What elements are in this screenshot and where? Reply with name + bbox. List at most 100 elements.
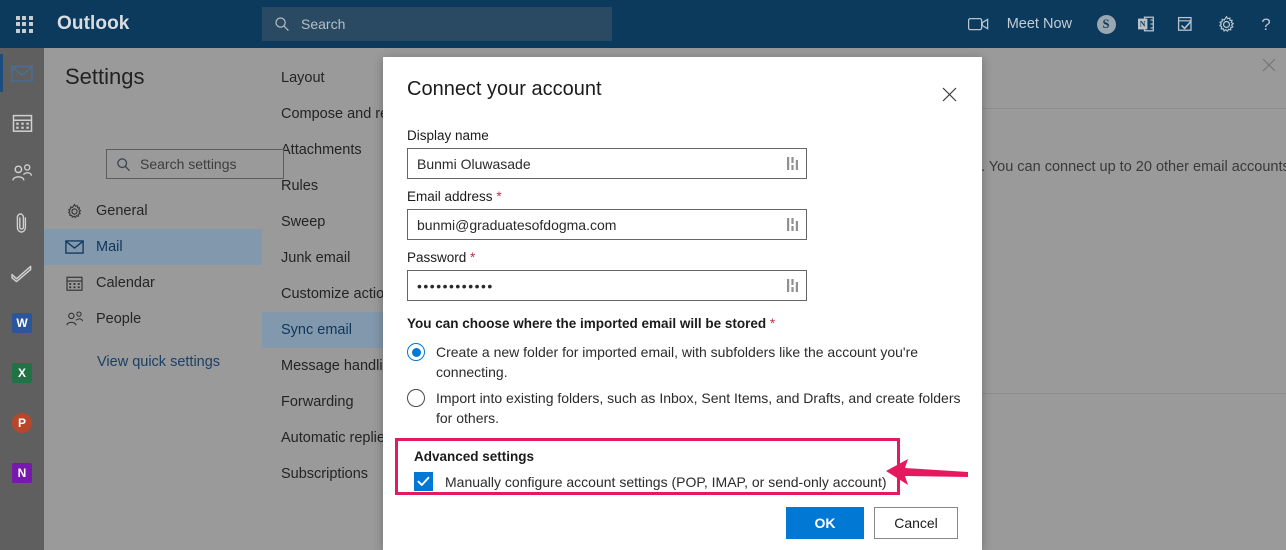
rail-item-calendar[interactable] xyxy=(0,98,44,148)
suite-actions: Meet Now S N ? xyxy=(959,0,1286,48)
calendar-icon xyxy=(12,114,32,132)
email-address-group: Email address * bunmi@graduatesofdogma.c… xyxy=(407,189,807,240)
skype-icon[interactable]: S xyxy=(1086,0,1126,48)
sub-item-label: Subscriptions xyxy=(281,466,369,482)
advanced-settings-checkbox[interactable]: Manually configure account settings (POP… xyxy=(414,472,887,491)
calendar-icon xyxy=(65,274,84,293)
display-name-value: Bunmi Oluwasade xyxy=(417,155,531,172)
sub-item-label: Sweep xyxy=(281,214,326,230)
sub-item-label: Forwarding xyxy=(281,394,354,410)
app-rail: W X P N xyxy=(0,48,44,550)
skype-letter: S xyxy=(1096,14,1116,34)
password-value: •••••••••••• xyxy=(417,277,494,294)
rail-item-powerpoint[interactable]: P xyxy=(0,398,44,448)
rail-item-excel[interactable]: X xyxy=(0,348,44,398)
search-icon xyxy=(117,157,130,171)
storage-label-text: You can choose where the imported email … xyxy=(407,316,767,331)
label-text: Email address xyxy=(407,189,493,204)
advanced-settings-title: Advanced settings xyxy=(414,449,535,464)
cancel-button[interactable]: Cancel xyxy=(874,507,958,539)
password-field[interactable]: •••••••••••• xyxy=(407,270,807,301)
brand-outlook[interactable]: Outlook xyxy=(57,13,129,35)
outlook-suite-icon[interactable]: N xyxy=(1126,0,1166,48)
email-address-label: Email address * xyxy=(407,189,807,204)
advanced-settings-highlight: Advanced settings Manually configure acc… xyxy=(395,438,900,495)
ok-button[interactable]: OK xyxy=(786,507,864,539)
todo-check-icon xyxy=(11,265,32,283)
svg-text:?: ? xyxy=(1261,15,1270,34)
excel-icon: X xyxy=(12,363,32,383)
gear-icon[interactable] xyxy=(1206,0,1246,48)
sub-item-label: Sync email xyxy=(281,322,352,338)
rail-item-people[interactable] xyxy=(0,148,44,198)
dialog-title: Connect your account xyxy=(407,78,602,100)
sub-item-label: Automatic replies xyxy=(281,430,393,446)
annotation-arrow-icon xyxy=(886,459,968,485)
rail-item-word[interactable]: W xyxy=(0,298,44,348)
storage-option-label: Import into existing folders, such as In… xyxy=(436,390,961,426)
ink-entry-icon xyxy=(787,278,798,292)
close-icon[interactable] xyxy=(934,79,964,109)
suite-header-bar: Outlook Search Meet Now S N ? xyxy=(0,0,1286,48)
sidebar-item-general[interactable]: General xyxy=(44,193,262,229)
radio-icon xyxy=(407,343,425,361)
sub-item-label: Layout xyxy=(281,70,325,86)
people-icon xyxy=(12,164,33,181)
sub-item-label: Attachments xyxy=(281,142,362,158)
close-icon[interactable] xyxy=(1260,56,1278,74)
radio-icon xyxy=(407,389,425,407)
sub-item-label: Rules xyxy=(281,178,319,194)
rail-item-files[interactable] xyxy=(0,198,44,248)
sidebar-item-label: People xyxy=(96,311,142,327)
sidebar-item-calendar[interactable]: Calendar xyxy=(44,265,262,301)
ink-entry-icon xyxy=(787,217,798,231)
svg-text:N: N xyxy=(1140,20,1146,29)
sub-item-label: Message handling xyxy=(281,358,399,374)
display-name-group: Display name Bunmi Oluwasade xyxy=(407,128,807,179)
sidebar-item-mail[interactable]: Mail xyxy=(44,229,262,265)
todo-icon[interactable] xyxy=(1166,0,1206,48)
powerpoint-icon: P xyxy=(12,413,32,433)
search-icon xyxy=(275,17,289,32)
ink-entry-icon xyxy=(787,156,798,170)
sidebar-item-people[interactable]: People xyxy=(44,301,262,337)
dialog-actions: OK Cancel xyxy=(786,507,958,539)
app-launcher-icon[interactable] xyxy=(0,0,48,48)
checkbox-checked-icon xyxy=(414,472,433,491)
sub-item-label: Customize actions xyxy=(281,286,400,302)
mail-icon xyxy=(11,65,33,82)
sidebar-item-label: Mail xyxy=(96,239,123,255)
storage-option-existing-folders[interactable]: Import into existing folders, such as In… xyxy=(407,388,962,428)
paperclip-icon xyxy=(16,213,27,233)
gear-icon xyxy=(65,202,84,221)
onenote-icon: N xyxy=(12,463,32,483)
page-title: Settings xyxy=(65,64,145,89)
settings-search-input[interactable]: Search settings xyxy=(106,149,284,179)
view-quick-settings-link[interactable]: View quick settings xyxy=(44,347,262,377)
rail-item-onenote[interactable]: N xyxy=(0,448,44,498)
password-group: Password * •••••••••••• xyxy=(407,250,807,301)
search-input[interactable]: Search xyxy=(262,7,612,41)
required-marker: * xyxy=(496,189,502,204)
email-address-value: bunmi@graduatesofdogma.com xyxy=(417,216,617,233)
sub-item-label: Junk email xyxy=(281,250,351,266)
display-name-field[interactable]: Bunmi Oluwasade xyxy=(407,148,807,179)
meet-now-button[interactable]: Meet Now xyxy=(999,0,1086,48)
rail-item-todo[interactable] xyxy=(0,248,44,298)
required-marker: * xyxy=(769,316,776,331)
mail-icon xyxy=(65,238,84,257)
email-address-field[interactable]: bunmi@graduatesofdogma.com xyxy=(407,209,807,240)
word-icon: W xyxy=(12,313,32,333)
help-icon[interactable]: ? xyxy=(1246,0,1286,48)
label-text: Display name xyxy=(407,128,489,143)
connected-accounts-note: . You can connect up to 20 other email a… xyxy=(981,159,1286,175)
sidebar-item-label: General xyxy=(96,203,148,219)
settings-search-placeholder: Search settings xyxy=(140,156,237,172)
camera-icon[interactable] xyxy=(959,0,999,48)
display-name-label: Display name xyxy=(407,128,807,143)
settings-pane: Settings Search settings General Mail Ca… xyxy=(44,48,284,550)
rail-item-mail[interactable] xyxy=(0,48,44,98)
storage-option-new-folder[interactable]: Create a new folder for imported email, … xyxy=(407,342,962,382)
search-placeholder: Search xyxy=(301,16,346,32)
advanced-settings-checkbox-label: Manually configure account settings (POP… xyxy=(445,473,887,490)
